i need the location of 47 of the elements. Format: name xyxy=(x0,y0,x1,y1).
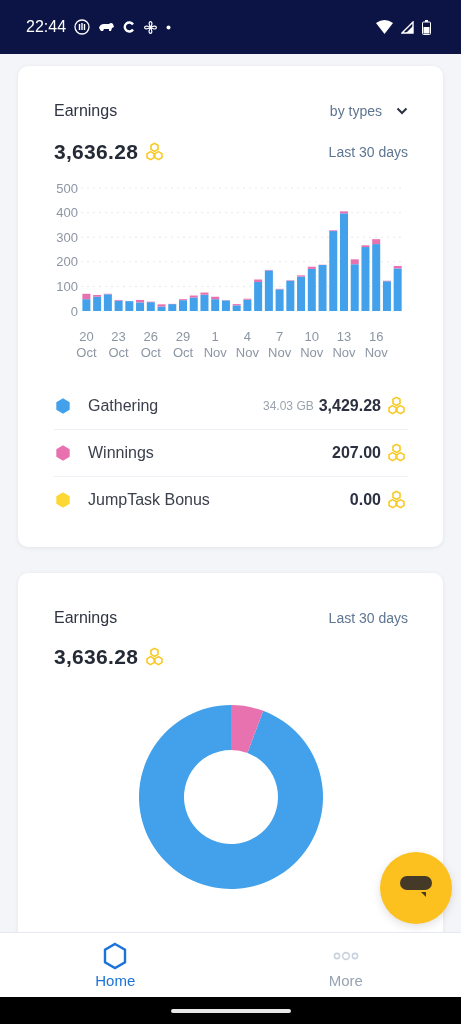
honeycomb-icon xyxy=(385,442,408,464)
chevron-down-icon xyxy=(396,107,408,115)
legend-label: JumpTask Bonus xyxy=(88,491,210,509)
x-axis-label: 13 Nov xyxy=(332,329,356,360)
honeycomb-icon xyxy=(385,395,408,417)
total-amount: 3,636.28 xyxy=(54,645,139,669)
period-label: Last 30 days xyxy=(328,610,408,626)
signal-icon xyxy=(401,20,414,34)
x-axis-label: 10 Nov xyxy=(300,329,324,360)
y-axis-label: 200 xyxy=(56,254,78,270)
legend-label: Winnings xyxy=(88,444,154,462)
x-axis-label: 16 Nov xyxy=(364,329,388,360)
clock: 22:44 xyxy=(26,18,67,36)
hexagon-icon xyxy=(102,941,129,970)
type-filter-dropdown[interactable]: by types xyxy=(329,103,408,119)
total-amount: 3,636.28 xyxy=(54,140,139,164)
period-label: Last 30 days xyxy=(328,144,408,160)
bar-segment xyxy=(125,301,134,311)
wifi-icon xyxy=(376,20,393,34)
data-amount: 34.03 GB xyxy=(263,399,314,413)
legend-label: Gathering xyxy=(88,397,159,415)
y-axis-label: 0 xyxy=(70,303,78,319)
x-axis-label: 1 Nov xyxy=(203,329,227,360)
card-title: Earnings xyxy=(54,609,118,627)
bison-icon xyxy=(98,22,116,32)
home-indicator[interactable] xyxy=(170,1008,291,1013)
y-axis-label: 500 xyxy=(56,180,78,196)
y-axis-label: 300 xyxy=(56,229,78,245)
x-axis-label: 29 Oct xyxy=(172,329,194,360)
card-title: Earnings xyxy=(54,102,118,120)
fan-icon xyxy=(143,19,159,35)
y-axis-label: 400 xyxy=(56,205,78,221)
x-axis-label: 7 Nov xyxy=(268,329,292,360)
x-axis-label: 26 Oct xyxy=(140,329,161,360)
nav-tab[interactable]: Home xyxy=(0,933,231,997)
legend-value: 3,429.28 xyxy=(318,397,381,415)
battery-icon xyxy=(422,19,431,35)
y-axis-label: 100 xyxy=(56,278,78,294)
chart-icon xyxy=(74,19,91,35)
x-axis-label: 4 Nov xyxy=(235,329,259,360)
nav-tab[interactable]: More xyxy=(230,933,461,997)
x-axis-label: 20 Oct xyxy=(76,329,97,360)
dot-icon xyxy=(166,24,172,30)
honeycomb-icon xyxy=(385,489,408,511)
x-axis-label: 23 Oct xyxy=(108,329,129,360)
legend-value: 207.00 xyxy=(332,444,381,462)
legend-value: 0.00 xyxy=(349,491,381,509)
